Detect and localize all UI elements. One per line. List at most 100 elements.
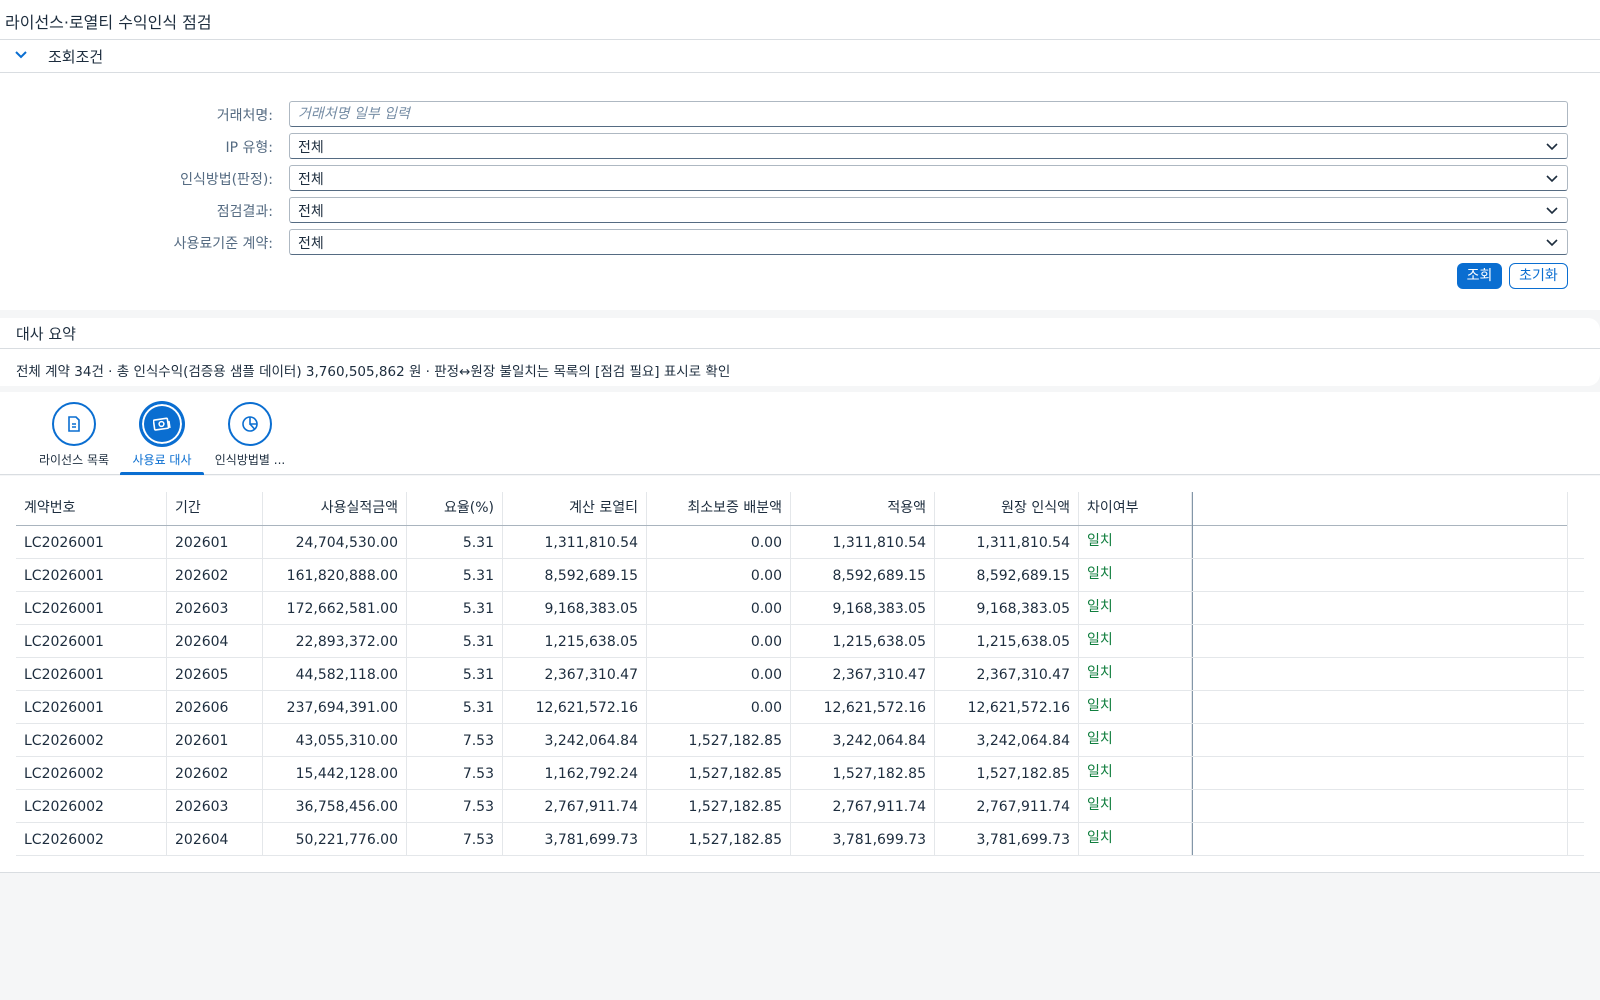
method-select[interactable]: 전체: [289, 165, 1568, 191]
ip-type-select[interactable]: 전체: [289, 133, 1568, 159]
reset-button[interactable]: 초기화: [1509, 263, 1568, 289]
cell-applied-amount: 1,215,638.05: [791, 625, 935, 657]
table-row[interactable]: LC2026001 202601 24,704,530.00 5.31 1,311,81…: [16, 526, 1584, 559]
column-header-contract-no[interactable]: 계약번호: [16, 492, 167, 525]
cell-calc-royalty: 2,367,310.47: [503, 658, 647, 690]
usage-contract-label: 사용료기준 계약:: [173, 236, 273, 252]
chevron-down-icon: [1546, 207, 1558, 215]
result-label: 점검결과:: [216, 204, 273, 220]
cell-contract-no: LC2026001: [16, 559, 167, 591]
cell-calc-royalty: 2,767,911.74: [503, 790, 647, 822]
cell-applied-amount: 12,621,572.16: [791, 691, 935, 723]
page-title: 라이선스·로열티 수익인식 점검: [5, 13, 212, 32]
tab-label: 인식방법별 ...: [214, 453, 286, 467]
ip-type-label: IP 유형:: [225, 140, 274, 156]
cell-diff-status: 일치: [1079, 757, 1192, 789]
cell-min-guarantee: 1,527,182.85: [647, 724, 791, 756]
table-row[interactable]: LC2026001 202603 172,662,581.00 5.31 9,168,3…: [16, 592, 1584, 625]
money-icon: [153, 417, 171, 431]
cell-diff-status: 일치: [1079, 658, 1192, 690]
cell-contract-no: LC2026002: [16, 790, 167, 822]
cell-contract-no: LC2026002: [16, 724, 167, 756]
table-row[interactable]: LC2026001 202604 22,893,372.00 5.31 1,215,63…: [16, 625, 1584, 658]
cell-ledger-amount: 2,367,310.47: [935, 658, 1079, 690]
cell-calc-royalty: 1,162,792.24: [503, 757, 647, 789]
active-tab-indicator: [120, 472, 204, 475]
cell-usage-amount: 43,055,310.00: [263, 724, 407, 756]
column-header-rate[interactable]: 요율(%): [407, 492, 503, 525]
column-header-usage-amount[interactable]: 사용실적금액: [263, 492, 407, 525]
usage-contract-select[interactable]: 전체: [289, 229, 1568, 255]
icon-tab-bar: 라이선스 목록 사용료 대사 인식방법별 ...: [0, 392, 1600, 475]
cell-calc-royalty: 1,215,638.05: [503, 625, 647, 657]
title-bar: 라이선스·로열티 수익인식 점검: [0, 0, 1600, 40]
tab-license-list[interactable]: 라이선스 목록: [28, 392, 120, 475]
table-row[interactable]: LC2026001 202605 44,582,118.00 5.31 2,367,31…: [16, 658, 1584, 691]
column-header-ledger-amount[interactable]: 원장 인식액: [935, 492, 1079, 525]
cell-diff-status: 일치: [1079, 724, 1192, 756]
cell-rate: 7.53: [407, 823, 503, 855]
filter-panel-header[interactable]: 조회조건: [0, 40, 1600, 73]
result-select[interactable]: 전체: [289, 197, 1568, 223]
cell-usage-amount: 15,442,128.00: [263, 757, 407, 789]
cell-usage-amount: 36,758,456.00: [263, 790, 407, 822]
column-header-diff-status[interactable]: 차이여부: [1079, 492, 1192, 525]
cell-rate: 7.53: [407, 790, 503, 822]
column-header-calc-royalty[interactable]: 계산 로열티: [503, 492, 647, 525]
cell-usage-amount: 24,704,530.00: [263, 526, 407, 558]
cell-calc-royalty: 8,592,689.15: [503, 559, 647, 591]
table-row[interactable]: LC2026001 202602 161,820,888.00 5.31 8,592,6…: [16, 559, 1584, 592]
tab-icon-circle: [140, 402, 184, 446]
table-row[interactable]: LC2026002 202601 43,055,310.00 7.53 3,242,06…: [16, 724, 1584, 757]
cell-min-guarantee: 0.00: [647, 625, 791, 657]
cell-rate: 5.31: [407, 592, 503, 624]
cell-calc-royalty: 3,242,064.84: [503, 724, 647, 756]
cell-diff-status: 일치: [1079, 625, 1192, 657]
cell-contract-no: LC2026002: [16, 757, 167, 789]
cell-min-guarantee: 1,527,182.85: [647, 757, 791, 789]
cell-contract-no: LC2026001: [16, 625, 167, 657]
chevron-down-icon[interactable]: [14, 48, 28, 62]
pie-chart-icon: [242, 416, 258, 432]
cell-period: 202603: [167, 790, 263, 822]
cell-calc-royalty: 3,781,699.73: [503, 823, 647, 855]
cell-rate: 5.31: [407, 559, 503, 591]
cell-diff-status: 일치: [1079, 790, 1192, 822]
table-row[interactable]: LC2026002 202604 50,221,776.00 7.53 3,781,69…: [16, 823, 1584, 856]
column-header-min-guarantee[interactable]: 최소보증 배분액: [647, 492, 791, 525]
usage-contract-value: 전체: [298, 236, 324, 252]
cell-rate: 7.53: [407, 724, 503, 756]
cell-applied-amount: 1,527,182.85: [791, 757, 935, 789]
cell-usage-amount: 237,694,391.00: [263, 691, 407, 723]
result-value: 전체: [298, 204, 324, 220]
search-button[interactable]: 조회: [1457, 263, 1502, 289]
table-row[interactable]: LC2026002 202602 15,442,128.00 7.53 1,162,79…: [16, 757, 1584, 790]
tab-label: 사용료 대사: [132, 453, 192, 467]
column-header-applied-amount[interactable]: 적용액: [791, 492, 935, 525]
table-row[interactable]: LC2026002 202603 36,758,456.00 7.53 2,767,91…: [16, 790, 1584, 823]
tab-method-breakdown[interactable]: 인식방법별 ...: [204, 392, 296, 475]
result-row: 점검결과: 전체: [0, 197, 1600, 223]
cell-applied-amount: 3,242,064.84: [791, 724, 935, 756]
cell-period: 202602: [167, 757, 263, 789]
cell-applied-amount: 1,311,810.54: [791, 526, 935, 558]
chevron-down-icon: [1546, 143, 1558, 151]
summary-title: 대사 요약: [16, 325, 76, 343]
cell-diff-status: 일치: [1079, 526, 1192, 558]
tab-usage-reconcile[interactable]: 사용료 대사: [116, 392, 208, 475]
cell-applied-amount: 3,781,699.73: [791, 823, 935, 855]
column-header-period[interactable]: 기간: [167, 492, 263, 525]
method-value: 전체: [298, 172, 324, 188]
partner-input[interactable]: [289, 101, 1568, 127]
tab-label: 라이선스 목록: [38, 453, 110, 467]
cell-min-guarantee: 0.00: [647, 691, 791, 723]
tab-icon-circle: [52, 402, 96, 446]
cell-diff-status: 일치: [1079, 691, 1192, 723]
table-row[interactable]: LC2026001 202606 237,694,391.00 5.31 12,621,…: [16, 691, 1584, 724]
cell-calc-royalty: 1,311,810.54: [503, 526, 647, 558]
cell-min-guarantee: 0.00: [647, 559, 791, 591]
cell-contract-no: LC2026002: [16, 823, 167, 855]
cell-min-guarantee: 0.00: [647, 526, 791, 558]
cell-usage-amount: 50,221,776.00: [263, 823, 407, 855]
cell-period: 202603: [167, 592, 263, 624]
